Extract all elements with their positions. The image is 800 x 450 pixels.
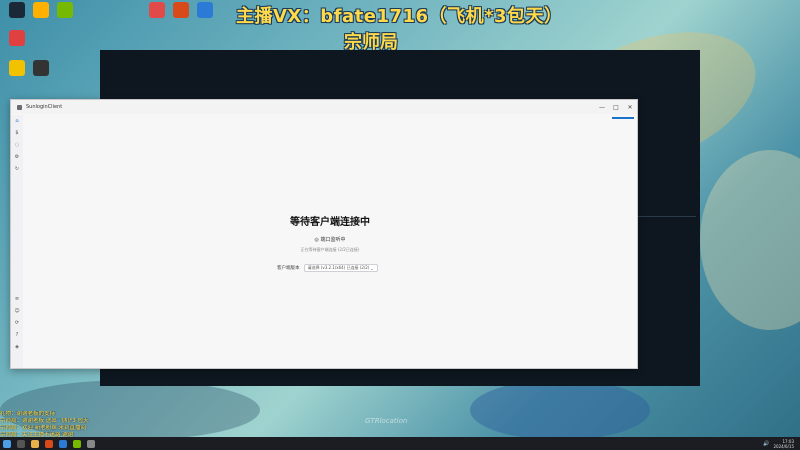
app-icon bbox=[33, 60, 49, 76]
maximize-icon: □ bbox=[613, 103, 619, 111]
waiting-title: 等待客户端连接中 bbox=[290, 217, 370, 228]
client-version-label: 客户端版本 bbox=[277, 266, 300, 271]
system-tray: 🔊 17:03 2024/6/15 bbox=[763, 439, 800, 449]
chat-message: 宗师局：谢谢老板 送出 飞机*3 包天 bbox=[0, 418, 89, 424]
sidebar: ⌂ $ ◌ ⚙ ↻ ≡ ☺ ⟳? ◈ bbox=[11, 115, 23, 368]
browser-icon[interactable] bbox=[59, 439, 67, 448]
volume-icon[interactable]: 🔊 bbox=[763, 441, 769, 447]
wallpaper-shape bbox=[470, 380, 650, 440]
divider bbox=[636, 216, 696, 217]
chat-overlay: 礼物：谢谢老板的支持 宗师局：谢谢老板 送出 飞机*3 包天 宗师局：欢迎 新老粉丝… bbox=[0, 411, 150, 439]
desktop-icon[interactable] bbox=[144, 2, 170, 18]
help-icon[interactable]: ? bbox=[11, 329, 23, 341]
app-icon bbox=[149, 2, 165, 18]
client-version-select[interactable]: 请选择 (v3.2.1/x64) 已连接 (2/2) ⌄ bbox=[303, 264, 378, 272]
clock[interactable]: 17:03 2024/6/15 bbox=[773, 439, 794, 449]
app-icon bbox=[9, 60, 25, 76]
app-icon bbox=[9, 30, 25, 46]
client-version-value: 请选择 (v3.2.1/x64) 已连接 (2/2) bbox=[307, 265, 370, 270]
window-title: SunloginClient bbox=[26, 104, 63, 110]
client-version-row: 客户端版本 请选择 (v3.2.1/x64) 已连接 (2/2) ⌄ bbox=[277, 264, 378, 272]
wifi-icon[interactable]: ◌ bbox=[11, 139, 23, 151]
settings-icon[interactable]: ⚙ bbox=[11, 151, 23, 163]
search-icon[interactable] bbox=[17, 439, 25, 448]
desktop-icon[interactable] bbox=[192, 2, 218, 18]
app-icon bbox=[197, 2, 213, 18]
desktop-icon[interactable] bbox=[4, 30, 30, 46]
close-button[interactable]: ✕ bbox=[623, 100, 637, 114]
desktop-icon[interactable] bbox=[28, 2, 54, 18]
shield-icon[interactable]: ◈ bbox=[11, 341, 23, 353]
desktop-icon[interactable] bbox=[4, 60, 30, 76]
user-icon[interactable]: ☺ bbox=[11, 305, 23, 317]
chat-message: 礼物：谢谢老板的支持 bbox=[0, 411, 56, 417]
app-window: SunloginClient — □ ✕ ⌂ $ ◌ ⚙ ↻ ≡ ☺ ⟳? ◈ 等待客户端连接中… bbox=[10, 99, 638, 369]
share-icon[interactable]: $ bbox=[11, 127, 23, 139]
chevron-down-icon: ⌄ bbox=[370, 265, 374, 271]
window-titlebar[interactable]: SunloginClient — □ ✕ bbox=[11, 100, 637, 114]
sync-icon[interactable]: ⟳ bbox=[11, 317, 23, 329]
maximize-button[interactable]: □ bbox=[609, 100, 623, 114]
start-icon[interactable] bbox=[3, 439, 11, 448]
desktop-icon[interactable] bbox=[168, 2, 194, 18]
minimize-icon: — bbox=[599, 103, 605, 111]
connection-hint: 正在等待客户端连接 (2/2已连接) bbox=[300, 247, 360, 252]
close-icon: ✕ bbox=[627, 103, 633, 111]
desktop-icon[interactable] bbox=[4, 2, 30, 18]
explorer-icon[interactable] bbox=[31, 439, 39, 448]
chat-message: 宗师局：欢迎 新老粉丝 来到直播间 bbox=[0, 425, 86, 431]
app-icon bbox=[33, 2, 49, 18]
home-icon[interactable]: ⌂ bbox=[11, 115, 23, 127]
nvidia-icon[interactable] bbox=[73, 439, 81, 448]
desktop-icon[interactable] bbox=[28, 60, 54, 76]
nvidia-icon bbox=[57, 2, 73, 18]
app-logo-icon bbox=[17, 104, 22, 110]
listening-status: ◎ 端口监听中 bbox=[314, 237, 346, 243]
clock-date: 2024/6/15 bbox=[773, 443, 794, 449]
minimize-button[interactable]: — bbox=[595, 100, 609, 114]
app-icon[interactable] bbox=[87, 439, 95, 448]
main-content: 等待客户端连接中 ◎ 端口监听中 正在等待客户端连接 (2/2已连接) 客户端版… bbox=[23, 115, 637, 368]
steam-icon bbox=[9, 2, 25, 18]
app-icon[interactable] bbox=[45, 439, 53, 448]
stream-overlay-title: 主播VX：bfate1716（飞机*3包天） bbox=[236, 6, 563, 27]
game-icon bbox=[173, 2, 189, 18]
watermark: GTRlocation bbox=[365, 417, 408, 425]
remote-icon[interactable]: ↻ bbox=[11, 163, 23, 175]
list-icon[interactable]: ≡ bbox=[11, 293, 23, 305]
desktop-icon[interactable] bbox=[52, 2, 78, 18]
taskbar: 🔊 17:03 2024/6/15 bbox=[0, 437, 800, 450]
wallpaper-shape bbox=[700, 150, 800, 330]
